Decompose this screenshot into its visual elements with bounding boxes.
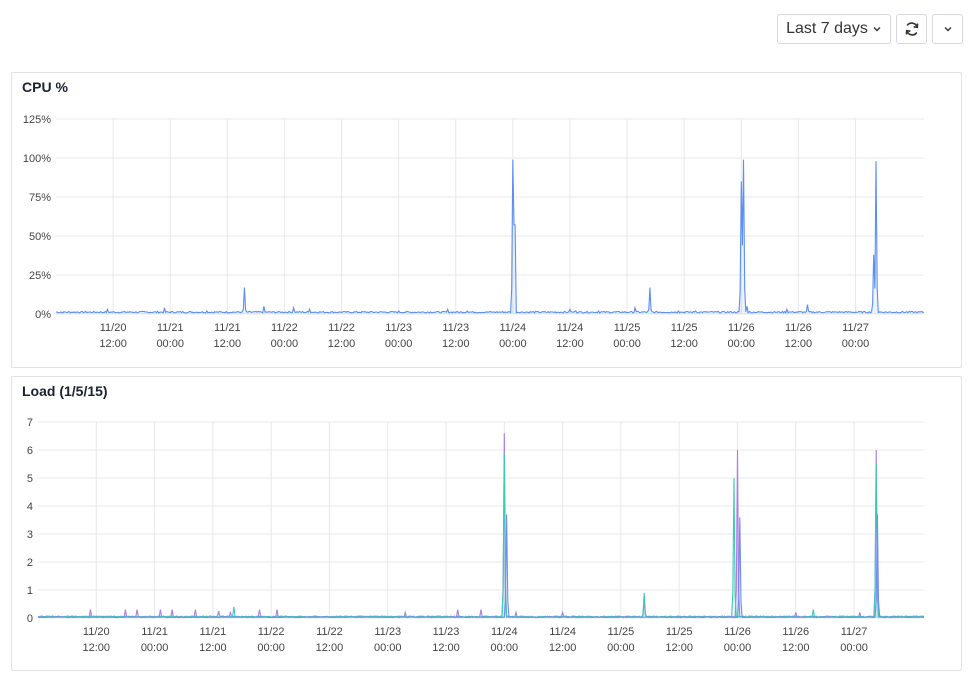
x-tick-date: 11/22 bbox=[328, 322, 355, 334]
refresh-icon bbox=[905, 22, 918, 36]
time-range-dropdown[interactable]: Last 7 days bbox=[777, 14, 891, 44]
refresh-button[interactable] bbox=[896, 14, 927, 44]
x-tick-date: 11/23 bbox=[442, 322, 469, 334]
x-tick-date: 11/23 bbox=[374, 626, 401, 638]
x-tick-date: 11/21 bbox=[200, 626, 227, 638]
y-tick-label: 125% bbox=[23, 114, 51, 126]
x-tick-time: 12:00 bbox=[83, 642, 111, 654]
load-chart-panel: Load (1/5/15) 0 1 2 3 4 5 6 7 11/20 12:00 11/21 00:… bbox=[11, 376, 962, 671]
series-line bbox=[37, 452, 925, 618]
load-chart[interactable]: 0 1 2 3 4 5 6 7 11/20 12:00 11/21 00:00 11/21 12:00 11… bbox=[12, 377, 961, 670]
x-tick-date: 11/25 bbox=[671, 322, 698, 334]
x-tick-time: 12:00 bbox=[432, 642, 460, 654]
x-tick-date: 11/25 bbox=[614, 322, 641, 334]
x-tick-date: 11/24 bbox=[549, 626, 576, 638]
x-tick-date: 11/24 bbox=[491, 626, 518, 638]
y-tick-label: 6 bbox=[27, 445, 33, 457]
x-tick-time: 12:00 bbox=[556, 338, 584, 350]
x-tick-date: 11/26 bbox=[724, 626, 751, 638]
x-tick-time: 12:00 bbox=[99, 338, 127, 350]
y-tick-label: 25% bbox=[29, 270, 51, 282]
cpu-chart[interactable]: 0% 25% 50% 75% 100% 125% 11/20 12:00 11/21 00:00 1… bbox=[12, 73, 961, 367]
y-tick-label: 1 bbox=[27, 585, 33, 597]
more-options-button[interactable] bbox=[932, 14, 963, 44]
x-tick-time: 12:00 bbox=[549, 642, 577, 654]
x-tick-time: 00:00 bbox=[271, 338, 299, 350]
y-tick-label: 2 bbox=[27, 557, 33, 569]
x-tick-date: 11/27 bbox=[842, 322, 869, 334]
x-tick-time: 12:00 bbox=[785, 338, 813, 350]
x-tick-date: 11/26 bbox=[782, 626, 809, 638]
x-tick-date: 11/23 bbox=[433, 626, 460, 638]
x-tick-time: 12:00 bbox=[665, 642, 693, 654]
x-tick-time: 00:00 bbox=[374, 642, 402, 654]
x-tick-time: 00:00 bbox=[613, 338, 641, 350]
x-tick-time: 12:00 bbox=[670, 338, 698, 350]
x-tick-time: 00:00 bbox=[491, 642, 519, 654]
x-tick-date: 11/22 bbox=[258, 626, 285, 638]
y-tick-label: 0% bbox=[35, 309, 51, 321]
x-tick-time: 12:00 bbox=[442, 338, 470, 350]
x-tick-date: 11/22 bbox=[316, 626, 343, 638]
x-tick-date: 11/20 bbox=[83, 626, 110, 638]
x-tick-time: 12:00 bbox=[782, 642, 810, 654]
x-tick-date: 11/21 bbox=[157, 322, 184, 334]
x-tick-time: 00:00 bbox=[385, 338, 413, 350]
x-tick-time: 00:00 bbox=[499, 338, 527, 350]
x-tick-time: 00:00 bbox=[257, 642, 285, 654]
x-tick-date: 11/24 bbox=[499, 322, 526, 334]
y-tick-label: 7 bbox=[27, 417, 33, 429]
x-tick-time: 12:00 bbox=[214, 338, 242, 350]
x-tick-date: 11/25 bbox=[608, 626, 635, 638]
x-tick-time: 00:00 bbox=[607, 642, 635, 654]
x-tick-date: 11/22 bbox=[271, 322, 298, 334]
y-tick-label: 3 bbox=[27, 529, 33, 541]
time-range-label: Last 7 days bbox=[786, 20, 868, 37]
x-tick-date: 11/23 bbox=[385, 322, 412, 334]
x-tick-date: 11/26 bbox=[785, 322, 812, 334]
y-tick-label: 5 bbox=[27, 473, 33, 485]
series-area bbox=[56, 159, 924, 314]
x-tick-time: 12:00 bbox=[199, 642, 227, 654]
x-tick-time: 00:00 bbox=[141, 642, 169, 654]
x-tick-time: 12:00 bbox=[316, 642, 344, 654]
x-tick-date: 11/21 bbox=[141, 626, 168, 638]
x-tick-date: 11/27 bbox=[841, 626, 868, 638]
series-area bbox=[38, 514, 924, 618]
x-tick-time: 00:00 bbox=[842, 338, 870, 350]
toolbar: Last 7 days bbox=[777, 14, 963, 44]
x-tick-time: 00:00 bbox=[840, 642, 868, 654]
x-tick-date: 11/24 bbox=[557, 322, 584, 334]
chevron-down-icon bbox=[944, 27, 951, 32]
x-tick-time: 12:00 bbox=[328, 338, 356, 350]
x-tick-time: 00:00 bbox=[727, 338, 755, 350]
y-tick-label: 75% bbox=[29, 192, 51, 204]
x-tick-time: 00:00 bbox=[724, 642, 752, 654]
y-tick-label: 50% bbox=[29, 231, 51, 243]
y-tick-label: 4 bbox=[27, 501, 33, 513]
cpu-chart-panel: CPU % 0% 25% 50% 75% 100% 125% 11/20 12:00 11/21… bbox=[11, 72, 962, 368]
chevron-down-icon bbox=[873, 27, 881, 32]
x-tick-time: 00:00 bbox=[156, 338, 184, 350]
y-tick-label: 0 bbox=[27, 613, 33, 625]
x-tick-date: 11/26 bbox=[728, 322, 755, 334]
x-tick-date: 11/20 bbox=[100, 322, 127, 334]
x-tick-date: 11/25 bbox=[666, 626, 693, 638]
x-tick-date: 11/21 bbox=[214, 322, 241, 334]
series-line bbox=[37, 514, 925, 619]
y-tick-label: 100% bbox=[23, 153, 51, 165]
